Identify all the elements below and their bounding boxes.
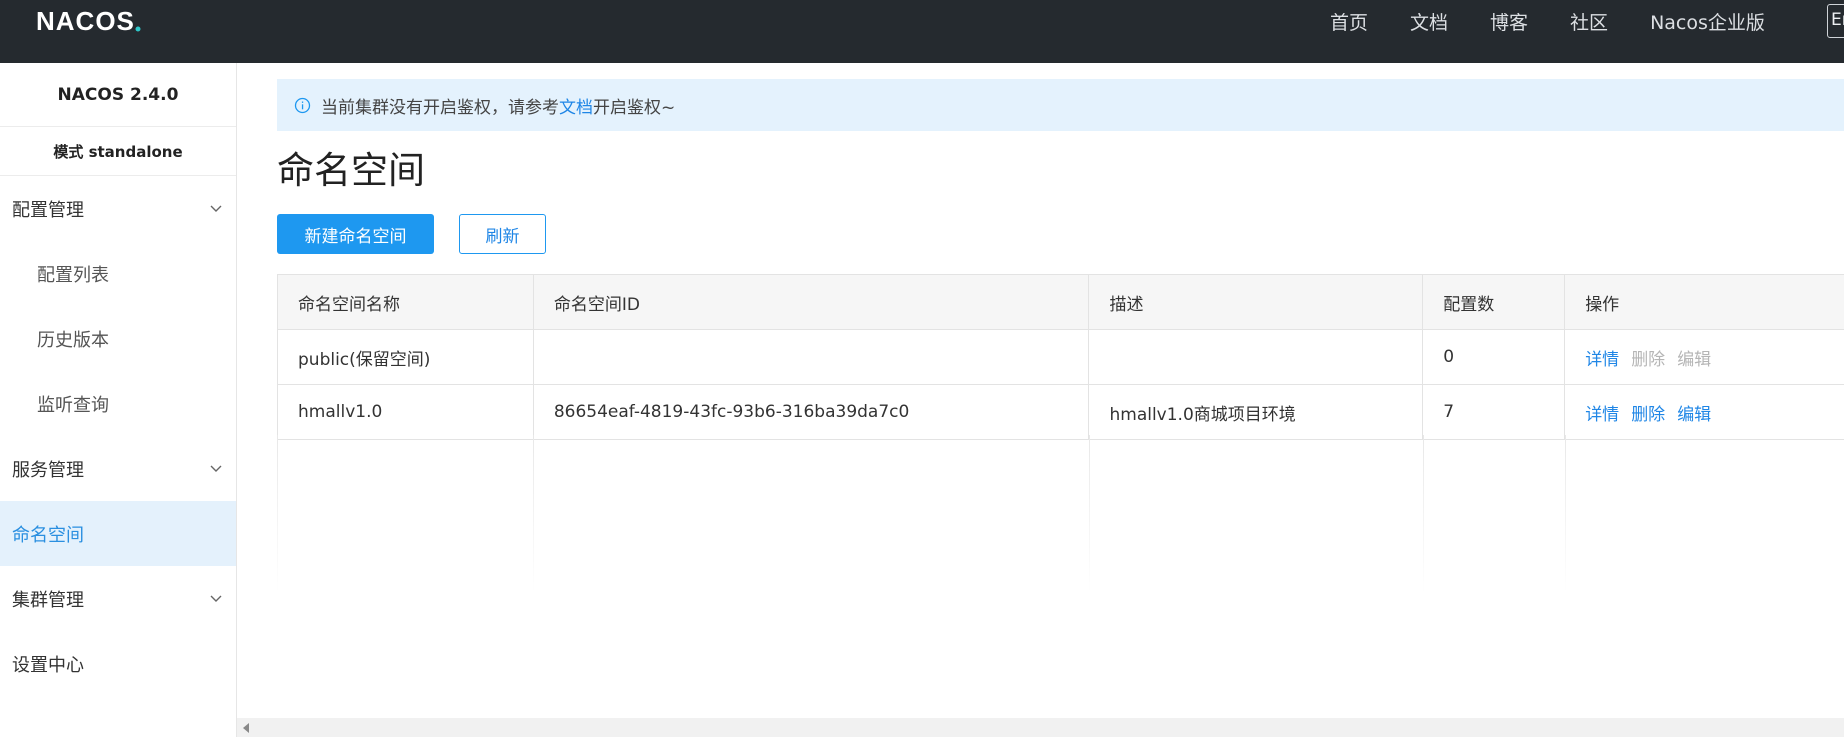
mode-label: 模式 standalone [0, 127, 236, 176]
column-header-desc: 描述 [1089, 275, 1424, 329]
auth-notice: 当前集群没有开启鉴权，请参考 文档 开启鉴权~ [277, 79, 1844, 131]
column-divider [1089, 435, 1090, 593]
page-title: 命名空间 [277, 149, 425, 192]
config-count: 7 [1423, 385, 1566, 439]
namespace-id [534, 330, 1090, 384]
column-divider [533, 435, 534, 593]
table-header-row: 命名空间名称 命名空间ID 描述 配置数 操作 [278, 275, 1844, 330]
sidebar-item-settings[interactable]: 设置中心 [0, 631, 236, 696]
sidebar-item-label: 配置管理 [12, 199, 84, 221]
delete-link[interactable]: 删除 [1631, 400, 1665, 425]
nav-blog[interactable]: 博客 [1490, 8, 1528, 35]
namespace-table: 命名空间名称 命名空间ID 描述 配置数 操作 public(保留空间) 0 详… [277, 274, 1844, 440]
nav-community[interactable]: 社区 [1570, 8, 1608, 35]
column-header-id: 命名空间ID [534, 275, 1090, 329]
sidebar-item-namespace[interactable]: 命名空间 [0, 501, 236, 566]
row-actions: 详情 删除 编辑 [1565, 385, 1844, 439]
namespace-desc: hmallv1.0商城项目环境 [1089, 385, 1424, 439]
table-row: public(保留空间) 0 详情 删除 编辑 [278, 330, 1844, 385]
table-empty-area [277, 435, 1844, 665]
config-count: 0 [1423, 330, 1566, 384]
namespace-desc [1089, 330, 1424, 384]
column-header-count: 配置数 [1423, 275, 1566, 329]
sidebar-item-cluster-management[interactable]: 集群管理 [0, 566, 236, 631]
svg-text:NACOS: NACOS [36, 6, 135, 36]
column-divider [277, 435, 278, 593]
notice-text-prefix: 当前集群没有开启鉴权，请参考 [321, 97, 559, 118]
version-label: NACOS 2.4.0 [0, 63, 236, 127]
sidebar-item-label: 服务管理 [12, 459, 84, 481]
refresh-button[interactable]: 刷新 [459, 214, 546, 254]
top-nav: 首页 文档 博客 社区 Nacos企业版 [1330, 0, 1807, 42]
detail-link[interactable]: 详情 [1585, 400, 1619, 425]
column-header-name: 命名空间名称 [278, 275, 534, 329]
main-content: 当前集群没有开启鉴权，请参考 文档 开启鉴权~ 命名空间 新建命名空间 刷新 命名空… [237, 63, 1844, 737]
sidebar-item-label: 集群管理 [12, 589, 84, 611]
table-row: hmallv1.0 86654eaf-4819-43fc-93b6-316ba3… [278, 385, 1844, 440]
sidebar-item-label: 配置列表 [37, 264, 109, 286]
sidebar-item-config-list[interactable]: 配置列表 [0, 241, 236, 306]
top-navbar: NACOS 首页 文档 博客 社区 Nacos企业版 En [0, 0, 1844, 63]
notice-docs-link[interactable]: 文档 [559, 93, 593, 118]
sidebar-item-label: 命名空间 [12, 524, 84, 546]
column-divider [1423, 435, 1424, 593]
sidebar-item-listener-query[interactable]: 监听查询 [0, 371, 236, 436]
sidebar-item-service-management[interactable]: 服务管理 [0, 436, 236, 501]
namespace-name: hmallv1.0 [278, 385, 534, 439]
row-actions: 详情 删除 编辑 [1565, 330, 1844, 384]
edit-link[interactable]: 编辑 [1677, 400, 1711, 425]
scroll-left-arrow-icon[interactable] [243, 723, 249, 733]
edit-link: 编辑 [1677, 349, 1712, 370]
sidebar: NACOS 2.4.0 模式 standalone 配置管理 配置列表 历史版本… [0, 63, 237, 737]
detail-link[interactable]: 详情 [1585, 345, 1619, 370]
notice-text-suffix: 开启鉴权~ [593, 97, 676, 118]
sidebar-item-label: 设置中心 [12, 654, 84, 676]
chevron-down-icon [210, 595, 222, 602]
nacos-logo[interactable]: NACOS [36, 4, 146, 38]
column-header-actions: 操作 [1585, 294, 1620, 315]
sidebar-item-label: 历史版本 [37, 329, 109, 351]
sidebar-item-config-management[interactable]: 配置管理 [0, 176, 236, 241]
nav-docs[interactable]: 文档 [1410, 8, 1448, 35]
namespace-name: public(保留空间) [278, 330, 534, 384]
column-divider [1565, 435, 1566, 593]
namespace-id: 86654eaf-4819-43fc-93b6-316ba39da7c0 [534, 385, 1090, 439]
nav-home[interactable]: 首页 [1330, 8, 1368, 35]
sidebar-item-history[interactable]: 历史版本 [0, 306, 236, 371]
sidebar-item-label: 监听查询 [37, 394, 109, 416]
chevron-down-icon [210, 465, 222, 472]
delete-link: 删除 [1631, 349, 1666, 370]
language-switch-button[interactable]: En [1827, 4, 1844, 38]
info-icon [294, 97, 311, 113]
nacos-logo-icon: NACOS [36, 6, 141, 36]
chevron-down-icon [210, 205, 222, 212]
nav-enterprise[interactable]: Nacos企业版 [1650, 8, 1765, 35]
horizontal-scrollbar[interactable] [237, 718, 1844, 737]
new-namespace-button[interactable]: 新建命名空间 [277, 214, 434, 254]
